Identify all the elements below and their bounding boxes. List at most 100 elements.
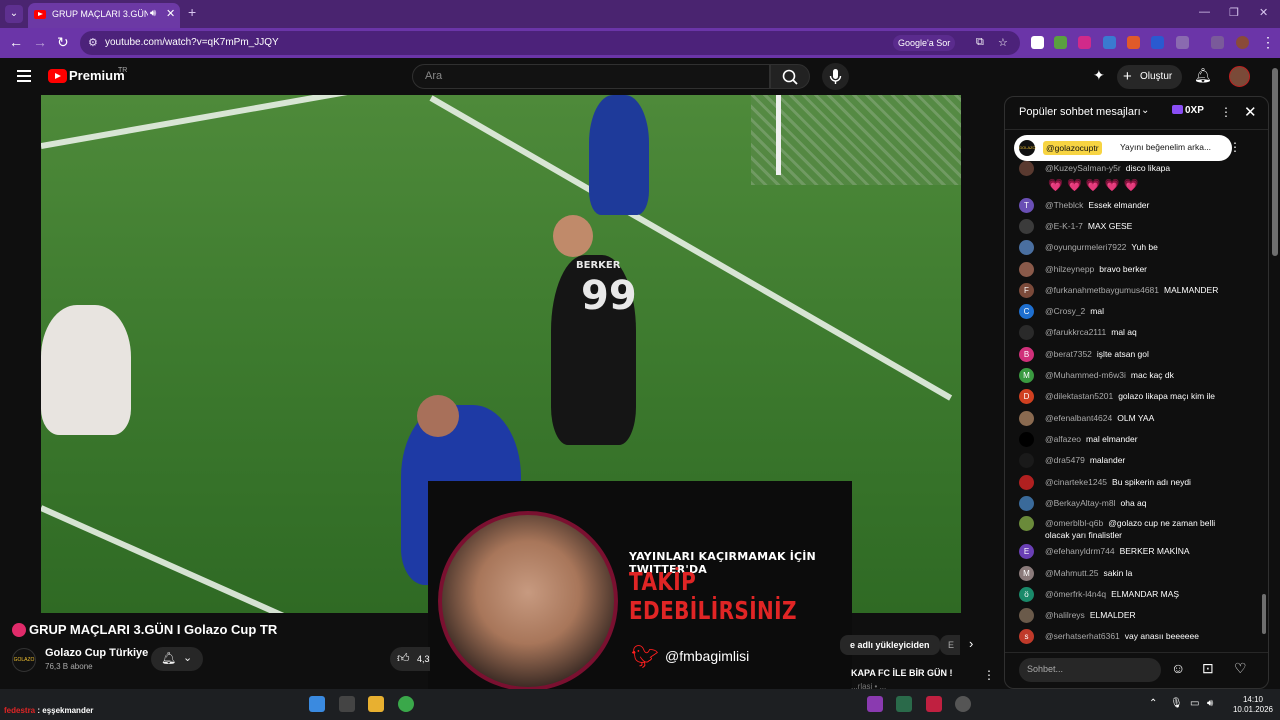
extension-icon[interactable] bbox=[1054, 36, 1067, 49]
chat-avatar[interactable] bbox=[1019, 262, 1034, 277]
voice-search-button[interactable] bbox=[822, 63, 849, 90]
file-explorer-icon[interactable] bbox=[368, 696, 384, 712]
chat-author[interactable]: @E-K-1-7 bbox=[1045, 221, 1083, 231]
start-icon[interactable] bbox=[309, 696, 325, 712]
chat-author[interactable]: @BerkayAltay-m8l bbox=[1045, 498, 1116, 508]
install-icon[interactable]: ⧉ bbox=[976, 36, 984, 49]
football-manager-icon[interactable] bbox=[896, 696, 912, 712]
chat-author[interactable]: @dilektastan5201 bbox=[1045, 391, 1113, 401]
chat-avatar[interactable]: E bbox=[1019, 544, 1034, 559]
obs-icon[interactable] bbox=[955, 696, 971, 712]
extension-icon[interactable] bbox=[1151, 36, 1164, 49]
search-input[interactable]: Ara bbox=[412, 64, 770, 89]
pinned-more-icon[interactable]: ⋮ bbox=[1229, 140, 1241, 154]
recommendation-filter-chip[interactable]: E bbox=[940, 635, 960, 655]
chat-author[interactable]: @halilreys bbox=[1045, 610, 1085, 620]
app-icon[interactable] bbox=[867, 696, 883, 712]
chat-avatar[interactable]: C bbox=[1019, 304, 1034, 319]
chat-author[interactable]: @efehanyldrm744 bbox=[1045, 546, 1115, 556]
google-sor-button[interactable]: Google'a Sor bbox=[893, 35, 956, 51]
volume-icon[interactable]: 🔊︎ bbox=[1207, 698, 1213, 709]
menu-icon[interactable] bbox=[17, 70, 31, 85]
notifications-bell-icon[interactable]: 🔔︎ bbox=[1194, 67, 1212, 84]
chat-author[interactable]: @oyungurmeleri7922 bbox=[1045, 242, 1126, 252]
chevron-right-icon[interactable]: › bbox=[969, 636, 973, 651]
chat-author[interactable]: @furkanahmetbaygumus4681 bbox=[1045, 285, 1159, 295]
chat-avatar[interactable] bbox=[1019, 496, 1034, 511]
chat-avatar[interactable]: s bbox=[1019, 629, 1034, 644]
chat-author[interactable]: @KuzeySalman-y5r bbox=[1045, 163, 1121, 173]
extension-icon[interactable] bbox=[1078, 36, 1091, 49]
chat-more-icon[interactable]: ⋮ bbox=[1220, 105, 1232, 119]
channel-avatar[interactable]: GOLAZO bbox=[12, 648, 36, 672]
taskview-icon[interactable] bbox=[339, 696, 355, 712]
network-icon[interactable]: ▭ bbox=[1190, 698, 1199, 709]
pinned-message[interactable]: GOLAZO @golazocuptr Yayını beğenelim ark… bbox=[1014, 135, 1232, 161]
chat-avatar[interactable] bbox=[1019, 608, 1034, 623]
xp-badge[interactable]: 0XP bbox=[1172, 105, 1204, 116]
chat-avatar[interactable]: M bbox=[1019, 566, 1034, 581]
chat-avatar[interactable]: D bbox=[1019, 389, 1034, 404]
restore-icon[interactable]: ❐ bbox=[1229, 6, 1239, 19]
site-info-icon[interactable]: ⚙ bbox=[88, 36, 98, 49]
search-button[interactable] bbox=[770, 64, 810, 89]
emoji-icon[interactable]: ☺ bbox=[1171, 660, 1185, 676]
chevron-down-icon[interactable]: ⌄ bbox=[1141, 105, 1149, 116]
chat-author[interactable]: @ömerfrk-l4n4q bbox=[1045, 589, 1106, 599]
app-icon[interactable] bbox=[926, 696, 942, 712]
heart-icon[interactable]: ♡ bbox=[1234, 660, 1247, 677]
more-options-icon[interactable]: ⋮ bbox=[983, 668, 995, 682]
chat-avatar[interactable] bbox=[1019, 240, 1034, 255]
address-bar[interactable]: ⚙ youtube.com/watch?v=qK7mPm_JJQY Google… bbox=[80, 31, 1020, 55]
youtube-logo-icon[interactable] bbox=[48, 69, 67, 83]
subscription-bell-button[interactable]: 🔔︎ ⌄ bbox=[151, 647, 203, 671]
bookmark-star-icon[interactable]: ☆ bbox=[998, 36, 1008, 49]
chat-avatar[interactable]: F bbox=[1019, 283, 1034, 298]
chat-author[interactable]: @hilzeynepp bbox=[1045, 264, 1094, 274]
profile-avatar[interactable] bbox=[1236, 36, 1249, 49]
chat-author[interactable]: @Mahmutt.25 bbox=[1045, 568, 1099, 578]
tab-search-button[interactable]: ⌄ bbox=[5, 5, 23, 23]
chat-avatar[interactable] bbox=[1019, 453, 1034, 468]
recommendation-filter-chip[interactable]: e adlı yükleyiciden bbox=[840, 635, 940, 655]
cast-icon[interactable]: ✦ bbox=[1093, 67, 1105, 84]
tray-mic-icon[interactable]: 🎙︎ bbox=[1170, 698, 1183, 709]
minimize-icon[interactable]: — bbox=[1199, 6, 1210, 18]
chat-avatar[interactable]: T bbox=[1019, 198, 1034, 213]
forward-icon[interactable]: → bbox=[33, 34, 47, 50]
like-button[interactable]: 👍︎ 4,3 bbox=[390, 647, 430, 671]
tray-chevron-icon[interactable]: ⌃ bbox=[1149, 698, 1157, 709]
new-tab-icon[interactable]: + bbox=[188, 4, 196, 20]
chat-author[interactable]: @berat7352 bbox=[1045, 349, 1092, 359]
chat-avatar[interactable] bbox=[1019, 411, 1034, 426]
recommended-video-title[interactable]: KAPA FC İLE BİR GÜN ! bbox=[851, 668, 953, 678]
chat-input[interactable]: Sohbet... bbox=[1019, 658, 1161, 682]
chat-avatar[interactable] bbox=[1019, 516, 1034, 531]
page-scrollbar[interactable] bbox=[1272, 68, 1278, 256]
youtube-premium-logo[interactable]: Premium bbox=[69, 68, 125, 83]
super-chat-icon[interactable]: ⊡ bbox=[1202, 660, 1214, 677]
extension-icon[interactable] bbox=[1127, 36, 1140, 49]
create-button[interactable]: + Oluştur bbox=[1117, 65, 1182, 89]
extension-icon[interactable] bbox=[1031, 36, 1044, 49]
channel-name[interactable]: Golazo Cup Türkiye bbox=[45, 647, 148, 659]
chat-mode-title[interactable]: Popüler sohbet mesajları bbox=[1019, 106, 1141, 118]
chat-author[interactable]: @serhatserhat6361 bbox=[1045, 631, 1120, 641]
close-chat-icon[interactable]: ✕ bbox=[1244, 103, 1257, 121]
chat-author[interactable]: @alfazeo bbox=[1045, 434, 1081, 444]
reload-icon[interactable]: ↻ bbox=[57, 34, 69, 51]
chat-author[interactable]: @efenalbant4624 bbox=[1045, 413, 1112, 423]
chat-avatar[interactable]: B bbox=[1019, 347, 1034, 362]
chat-avatar[interactable] bbox=[1019, 219, 1034, 234]
close-window-icon[interactable]: ✕ bbox=[1259, 6, 1268, 19]
close-tab-icon[interactable]: ✕ bbox=[166, 7, 175, 20]
reading-list-icon[interactable] bbox=[1211, 36, 1224, 49]
chat-avatar[interactable] bbox=[1019, 432, 1034, 447]
account-avatar[interactable] bbox=[1229, 66, 1250, 87]
chat-author[interactable]: @Muhammed-m6w3i bbox=[1045, 370, 1126, 380]
chat-scrollbar[interactable] bbox=[1262, 594, 1266, 634]
chat-avatar[interactable] bbox=[1019, 325, 1034, 340]
chat-author[interactable]: @Crosy_2 bbox=[1045, 306, 1085, 316]
extensions-puzzle-icon[interactable] bbox=[1176, 36, 1189, 49]
browser-menu-icon[interactable]: ⋮ bbox=[1261, 34, 1275, 51]
